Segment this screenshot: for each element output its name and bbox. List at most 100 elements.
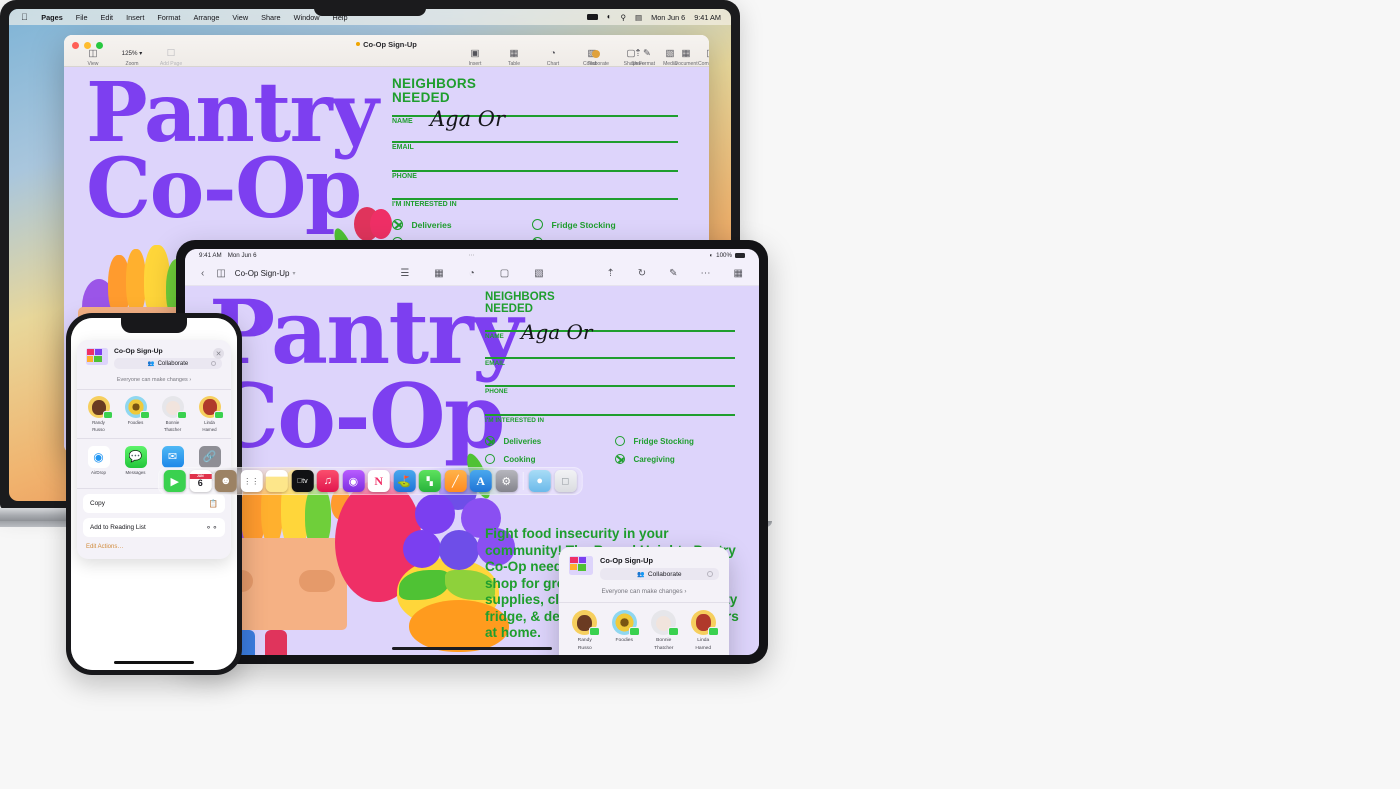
collaborator-name: Randy <box>92 420 105 425</box>
checkbox-icon[interactable] <box>532 219 543 230</box>
collaborator-linda[interactable]: Linda Hamed <box>686 610 720 652</box>
sidebar-icon[interactable]: ◫ <box>210 268 231 279</box>
toolbar-chart-button[interactable]: ◔ Chart <box>540 48 566 67</box>
toolbar-view-button[interactable]: ◫ View <box>80 48 106 67</box>
collaborate-option[interactable]: 👥 Collaborate <box>114 358 222 369</box>
share-app-airdrop[interactable]: ◉ AirDrop <box>83 445 115 482</box>
multitasking-handle[interactable]: ⋯ <box>185 252 759 259</box>
apple-menu-icon[interactable]:  <box>17 12 35 22</box>
collaborator-name-2: Thatcher <box>163 427 182 433</box>
ipad-interest-fridge[interactable]: Fridge Stocking <box>615 431 694 449</box>
share-app-messages[interactable]: 💬 Messages <box>120 445 152 482</box>
dock-downloads-folder[interactable]: ● <box>528 470 551 492</box>
shape-icon[interactable]: ▢ <box>494 268 515 279</box>
menu-item-view[interactable]: View <box>226 13 255 22</box>
checkbox-checked-icon[interactable] <box>392 219 403 230</box>
menu-item-file[interactable]: File <box>69 13 94 22</box>
toolbar-collaborate-button[interactable]: Collaborate <box>580 48 612 67</box>
collaborator-linda[interactable]: Linda Hamed <box>195 396 225 433</box>
list-icon[interactable]: ☰ <box>394 268 415 279</box>
checkbox-checked-icon[interactable] <box>485 436 495 446</box>
menu-item-edit[interactable]: Edit <box>94 13 120 22</box>
checkbox-icon[interactable] <box>615 436 625 446</box>
share-row-edit-actions[interactable]: Edit Actions… <box>77 537 231 559</box>
macos-dock[interactable]: ▶ JUN 6 ☻ ⋮⋮ tv ♫ ◉ N ⛳ ▚ ╱ A ⚙ <box>157 467 583 495</box>
dock-facetime[interactable]: ▶ <box>163 470 186 492</box>
toolbar-table-button[interactable]: ▦ Table <box>501 48 527 67</box>
search-icon[interactable]: ⚲ <box>621 13 627 22</box>
back-icon[interactable]: ‹ <box>195 268 210 279</box>
dock-app-store[interactable]: A <box>469 470 492 492</box>
chevron-down-icon[interactable]: ▾ <box>292 270 295 277</box>
collaborator-bonnie[interactable]: Bonnie Thatcher <box>158 396 188 433</box>
checkbox-checked-icon[interactable] <box>615 454 625 464</box>
menu-item-arrange[interactable]: Arrange <box>187 13 226 22</box>
dock-notes[interactable] <box>265 470 288 492</box>
undo-icon[interactable]: ↻ <box>632 268 652 279</box>
messages-badge-icon <box>176 411 187 419</box>
interest-label: Fridge Stocking <box>633 437 694 446</box>
ipad-interest-cooking[interactable]: Cooking <box>485 449 535 467</box>
dock-pages[interactable]: ╱ <box>444 470 467 492</box>
control-center-icon[interactable]: ▤ <box>635 13 642 22</box>
ipad-interest-caregiving[interactable]: Caregiving <box>615 449 675 467</box>
share-row-reading-list[interactable]: Add to Reading List ⚬⚬ <box>83 517 225 537</box>
pen-icon[interactable]: ✎ <box>663 268 683 279</box>
ipad-home-indicator[interactable] <box>392 646 552 650</box>
chart-icon: ◔ <box>550 48 556 59</box>
ipad-interest-deliveries[interactable]: Deliveries <box>485 431 541 449</box>
share-icon[interactable]: ⇡ <box>600 268 620 279</box>
dock-apple-tv[interactable]: tv <box>291 470 314 492</box>
collaborator-randy[interactable]: Randy Russo <box>84 396 114 433</box>
permission-row[interactable]: Everyone can make changes › <box>559 585 729 603</box>
share-row-copy[interactable]: Copy 📋 <box>83 493 225 513</box>
toolbar-add-page-button[interactable]: ☐ Add Page <box>158 48 184 67</box>
chevron-right-icon: › <box>684 588 687 595</box>
table-icon[interactable]: ▦ <box>428 268 449 279</box>
dock-music[interactable]: ♫ <box>316 470 339 492</box>
ipad-share-sheet[interactable]: Co-Op Sign-Up 👥 Collaborate Everyone can… <box>559 547 729 655</box>
interest-deliveries[interactable]: Deliveries <box>392 215 452 233</box>
interest-label: Fridge Stocking <box>551 220 616 230</box>
copy-label: Copy <box>90 499 105 507</box>
collaborator-bonnie[interactable]: Bonnie Thatcher <box>647 610 681 652</box>
menu-item-insert[interactable]: Insert <box>120 13 151 22</box>
media-icon[interactable]: ▧ <box>528 268 549 279</box>
checkbox-icon[interactable] <box>485 454 495 464</box>
dock-podcasts[interactable]: ◉ <box>342 470 365 492</box>
dock-numbers[interactable]: ▚ <box>418 470 441 492</box>
permission-row[interactable]: Everyone can make changes › <box>77 374 231 390</box>
menu-item-format[interactable]: Format <box>151 13 187 22</box>
toolbar-document-button[interactable]: ▦ Document <box>673 48 699 67</box>
dock-contacts[interactable]: ☻ <box>214 470 237 492</box>
toolbar-insert-button[interactable]: ▣ Insert <box>462 48 488 67</box>
chart-icon[interactable]: ◔ <box>463 268 481 279</box>
wifi-icon[interactable]: ◐ <box>607 13 612 21</box>
toolbar-zoom-button[interactable]: 125% ▾ Zoom <box>119 48 145 67</box>
interest-fridge-stocking[interactable]: Fridge Stocking <box>532 215 616 233</box>
collaborator-randy[interactable]: Randy Russo <box>568 610 602 652</box>
dock-trash[interactable]: ◻ <box>554 470 577 492</box>
collaborate-option[interactable]: 👥 Collaborate <box>600 568 719 580</box>
dock-keynote[interactable]: ⛳ <box>393 470 416 492</box>
airdrop-icon: ◉ <box>87 445 110 468</box>
battery-icon[interactable] <box>586 14 598 20</box>
toolbar-format-button[interactable]: ✎ Format <box>634 48 660 67</box>
ipad-doc-title[interactable]: Co-Op Sign-Up <box>235 269 290 278</box>
dock-news[interactable]: N <box>367 470 390 492</box>
insert-icon: ▣ <box>470 48 480 59</box>
more-icon[interactable]: ⋯ <box>695 268 717 279</box>
menu-item-pages[interactable]: Pages <box>35 13 70 22</box>
iphone-share-sheet[interactable]: Co-Op Sign-Up 👥 Collaborate ✕ Everyone c… <box>77 340 231 559</box>
messages-icon: 💬 <box>124 445 147 468</box>
collaborator-foodies[interactable]: Foodies <box>121 396 151 433</box>
dock-calendar[interactable]: JUN 6 <box>189 470 212 492</box>
collaborator-name: Bonnie <box>656 637 672 643</box>
collaborator-foodies[interactable]: Foodies <box>607 610 641 652</box>
close-icon[interactable]: ✕ <box>213 348 224 359</box>
iphone-home-indicator[interactable] <box>114 660 194 664</box>
dock-system-settings[interactable]: ⚙ <box>495 470 518 492</box>
document-icon[interactable]: ▦ <box>728 268 749 279</box>
menu-item-share[interactable]: Share <box>255 13 287 22</box>
dock-reminders[interactable]: ⋮⋮ <box>240 470 263 492</box>
